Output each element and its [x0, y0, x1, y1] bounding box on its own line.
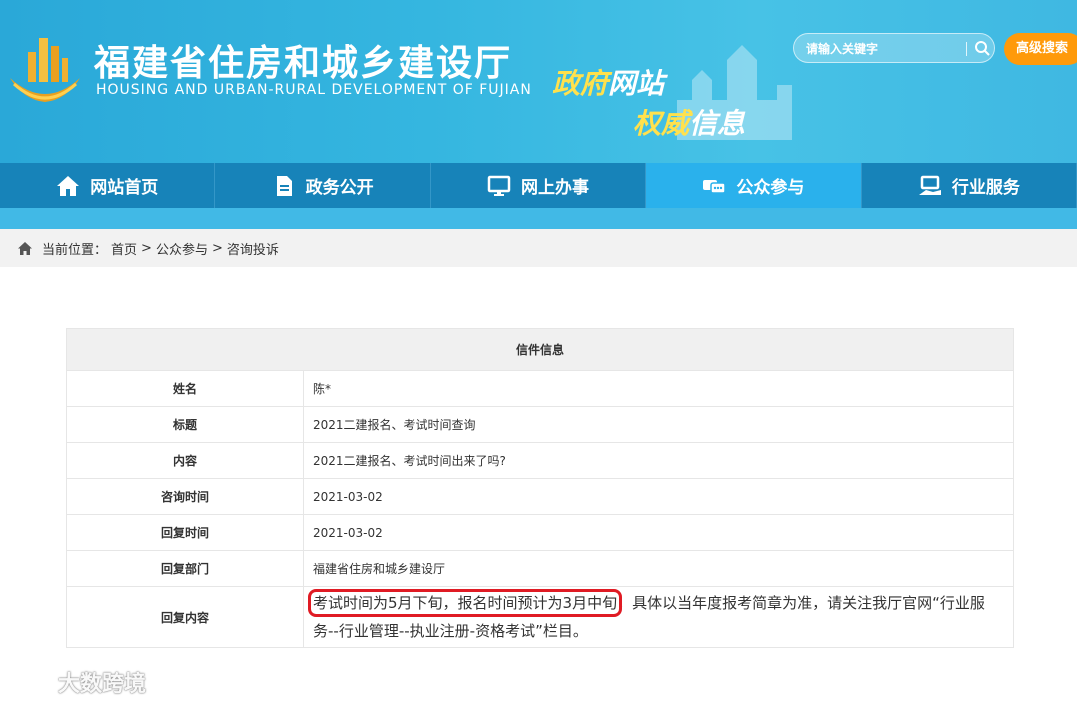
slogan-authoritative-info: 权威信息 — [633, 102, 745, 142]
row-value: 陈* — [303, 370, 1014, 407]
nav-item-online-services[interactable]: 网上办事 — [431, 163, 647, 208]
breadcrumb-separator: > — [211, 240, 223, 256]
service-icon — [918, 175, 941, 195]
monitor-icon — [487, 175, 511, 196]
row-label: 回复部门 — [66, 550, 304, 587]
row-value: 2021-03-02 — [303, 478, 1014, 515]
search-icon[interactable] — [974, 40, 990, 56]
table-row: 姓名 陈* — [66, 370, 1014, 407]
site-subtitle: HOUSING AND URBAN-RURAL DEVELOPMENT OF F… — [96, 82, 532, 98]
letter-info-table: 信件信息 姓名 陈* 标题 2021二建报名、考试时间查询 内容 2021二建报… — [66, 328, 1014, 648]
row-value: 2021二建报名、考试时间查询 — [303, 406, 1014, 443]
search-divider — [966, 42, 967, 56]
slogan-part: 政府 — [552, 67, 609, 100]
watermark: 大数跨境 — [8, 666, 146, 698]
reply-content: 考试时间为5月下旬，报名时间预计为3月中旬，具体以当年度报考简章为准，请关注我厅… — [303, 586, 1014, 648]
site-header: 福建省住房和城乡建设厅 HOUSING AND URBAN-RURAL DEVE… — [0, 0, 1077, 163]
table-row: 标题 2021二建报名、考试时间查询 — [66, 406, 1014, 443]
nav-item-label: 行业服务 — [951, 178, 1020, 198]
site-title: 福建省住房和城乡建设厅 — [94, 42, 513, 84]
table-heading: 信件信息 — [66, 328, 1014, 371]
nav-item-label: 网站首页 — [90, 178, 159, 198]
breadcrumb-current: 咨询投诉 — [226, 242, 279, 258]
nav-item-label: 政务公开 — [305, 178, 374, 198]
row-label: 回复内容 — [66, 586, 304, 648]
nav-item-label: 网上办事 — [521, 178, 590, 198]
table-row: 回复部门 福建省住房和城乡建设厅 — [66, 550, 1014, 587]
search-input[interactable] — [806, 40, 956, 58]
breadcrumb: 当前位置： 首页 > 公众参与 > 咨询投诉 — [0, 229, 1077, 267]
breadcrumb-public-participation-link[interactable]: 公众参与 — [156, 239, 208, 258]
logo-icon[interactable] — [6, 30, 84, 106]
row-label: 姓名 — [66, 370, 304, 407]
advanced-search-button[interactable]: 高级搜索 — [1004, 33, 1077, 65]
nav-item-industry-services[interactable]: 行业服务 — [862, 163, 1077, 208]
main-nav: 网站首页 政务公开 网上办事 公众参与 行业服务 — [0, 163, 1077, 208]
breadcrumb-home-link[interactable]: 首页 — [111, 239, 137, 258]
nav-underline-strip — [0, 208, 1077, 229]
breadcrumb-separator: > — [141, 240, 152, 256]
slogan-part: 信息 — [689, 107, 746, 140]
row-label: 内容 — [66, 442, 304, 479]
row-label: 标题 — [66, 406, 304, 443]
document-icon — [276, 175, 292, 196]
home-icon — [18, 241, 32, 255]
search-box — [793, 33, 995, 63]
chat-icon — [703, 179, 727, 194]
nav-item-public-participation[interactable]: 公众参与 — [646, 163, 862, 208]
breadcrumb-prefix: 当前位置： — [42, 242, 108, 258]
table-row-reply: 回复内容 考试时间为5月下旬，报名时间预计为3月中旬，具体以当年度报考简章为准，… — [66, 586, 1014, 648]
home-icon — [57, 175, 80, 196]
table-row: 回复时间 2021-03-02 — [66, 514, 1014, 551]
slogan-part: 网站 — [608, 67, 665, 100]
row-label: 回复时间 — [66, 514, 304, 551]
slogan-government-site: 政府网站 — [552, 62, 664, 102]
row-value: 2021二建报名、考试时间出来了吗? — [303, 442, 1014, 479]
nav-item-home[interactable]: 网站首页 — [0, 163, 216, 208]
row-value: 2021-03-02 — [303, 514, 1014, 551]
nav-item-label: 公众参与 — [736, 178, 805, 198]
nav-item-government-affairs[interactable]: 政务公开 — [215, 163, 431, 208]
table-header-row: 信件信息 — [66, 328, 1014, 371]
highlighted-reply-text: 考试时间为5月下旬，报名时间预计为3月中旬 — [307, 589, 623, 617]
row-value: 福建省住房和城乡建设厅 — [303, 550, 1014, 587]
table-row: 内容 2021二建报名、考试时间出来了吗? — [66, 442, 1014, 479]
table-row: 咨询时间 2021-03-02 — [66, 478, 1014, 515]
row-label: 咨询时间 — [66, 478, 304, 515]
watermark-logo-icon — [8, 672, 52, 692]
slogan-part: 权威 — [633, 107, 690, 140]
watermark-text: 大数跨境 — [58, 672, 147, 697]
